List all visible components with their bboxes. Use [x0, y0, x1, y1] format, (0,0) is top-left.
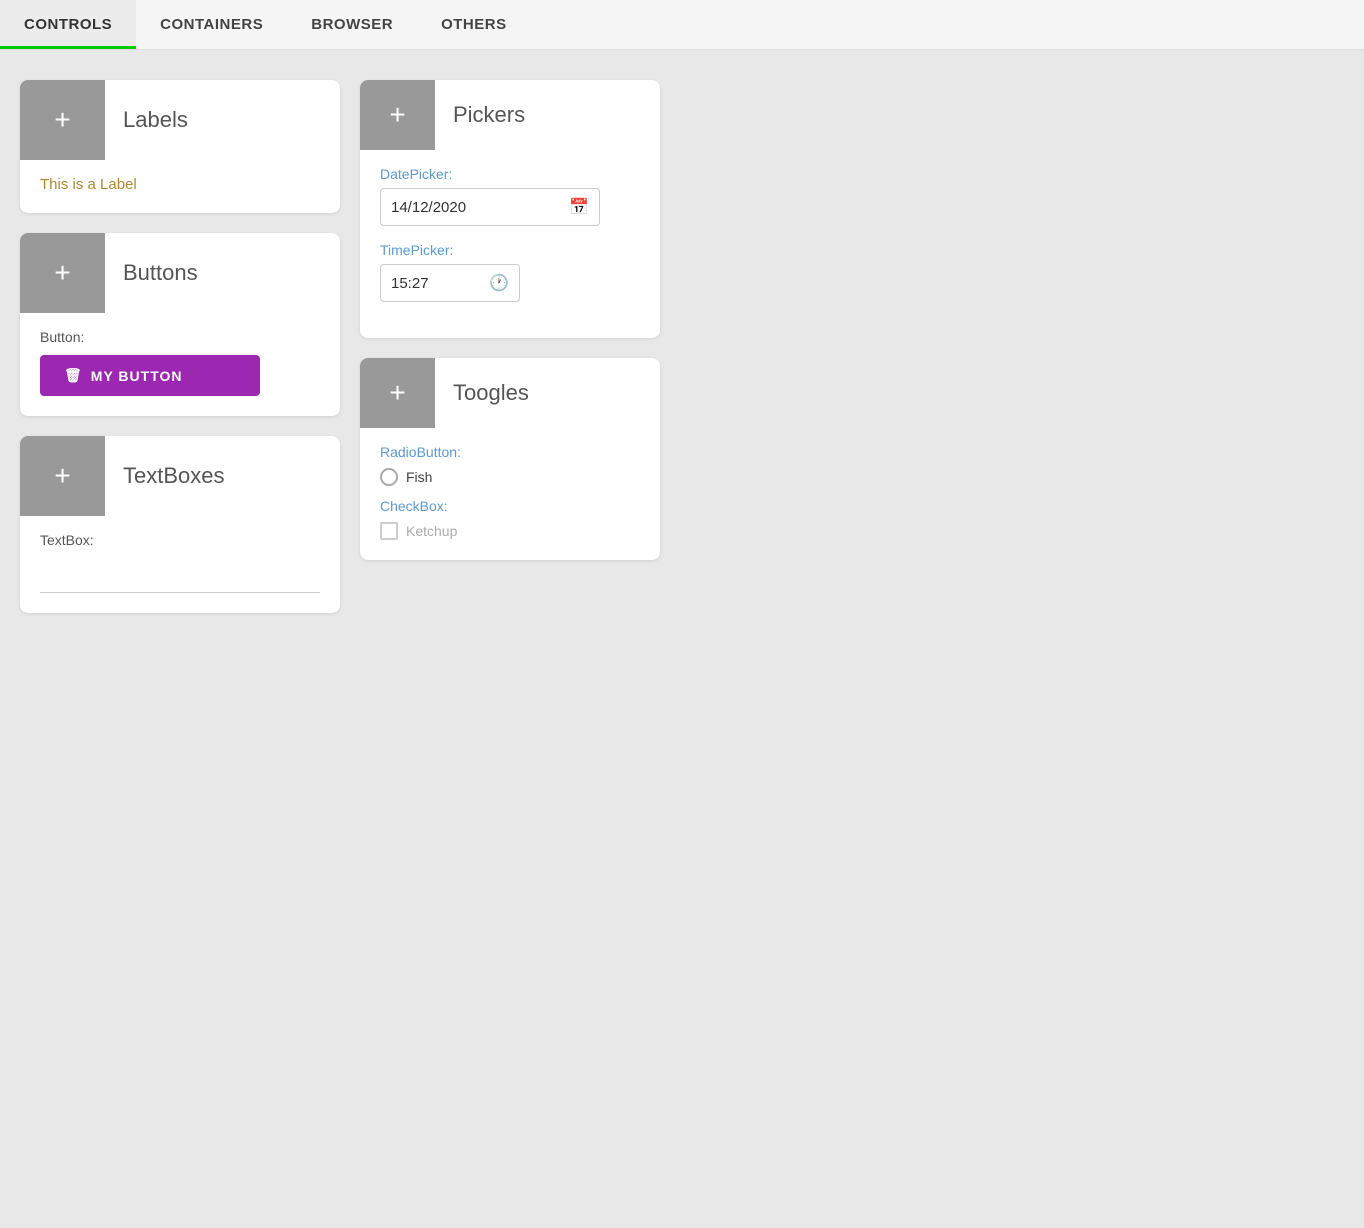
datepicker-label: DatePicker: [380, 166, 640, 182]
radio-fish-label: Fish [406, 469, 432, 485]
nav-label-containers: CONTAINERS [160, 16, 263, 33]
toggles-plus-icon: + [389, 379, 405, 407]
checkbox-ketchup-label: Ketchup [406, 523, 457, 539]
toggles-card-header: + Toogles [360, 358, 660, 428]
radiobutton-label: RadioButton: [380, 444, 640, 460]
pickers-card: + Pickers DatePicker: 14/12/2020 📅 TimeP… [360, 80, 660, 338]
toggles-card-title: Toogles [435, 380, 529, 406]
textboxes-plus-icon: + [54, 462, 70, 490]
labels-card-icon[interactable]: + [20, 80, 105, 160]
nav-label-others: OTHERS [441, 16, 507, 33]
my-button[interactable]: 🗑 MY BUTTON [40, 355, 260, 396]
buttons-card: + Buttons Button: 🗑 MY BUTTON [20, 233, 340, 416]
timepicker-value: 15:27 [391, 275, 429, 292]
timepicker-label: TimePicker: [380, 242, 640, 258]
timepicker-input[interactable]: 15:27 🕐 [380, 264, 520, 302]
pickers-card-header: + Pickers [360, 80, 660, 150]
labels-card: + Labels This is a Label [20, 80, 340, 213]
nav-label-browser: BROWSER [311, 16, 393, 33]
textboxes-card: + TextBoxes TextBox: [20, 436, 340, 613]
label-sample-text: This is a Label [40, 176, 137, 193]
button-field-label: Button: [40, 329, 320, 345]
textboxes-card-header: + TextBoxes [20, 436, 340, 516]
left-column: + Labels This is a Label + Buttons Butto… [20, 80, 340, 613]
textbox-field-label: TextBox: [40, 532, 320, 548]
nav-label-controls: CONTROLS [24, 16, 112, 33]
checkbox-ketchup-box[interactable] [380, 522, 398, 540]
nav-item-containers[interactable]: CONTAINERS [136, 0, 287, 49]
toggles-card-icon[interactable]: + [360, 358, 435, 428]
button-label-text: MY BUTTON [91, 368, 183, 384]
nav-item-others[interactable]: OTHERS [417, 0, 531, 49]
main-content: + Labels This is a Label + Buttons Butto… [0, 50, 1364, 643]
nav-item-controls[interactable]: CONTROLS [0, 0, 136, 49]
labels-card-title: Labels [105, 107, 188, 133]
right-column: + Pickers DatePicker: 14/12/2020 📅 TimeP… [360, 80, 660, 560]
textboxes-card-body: TextBox: [20, 532, 340, 593]
labels-plus-icon: + [54, 106, 70, 134]
toggles-card-body: RadioButton: Fish CheckBox: Ketchup [360, 444, 660, 540]
labels-card-body: This is a Label [20, 176, 340, 193]
pickers-card-icon[interactable]: + [360, 80, 435, 150]
datepicker-input[interactable]: 14/12/2020 📅 [380, 188, 600, 226]
labels-card-header: + Labels [20, 80, 340, 160]
pickers-card-title: Pickers [435, 102, 525, 128]
buttons-card-icon[interactable]: + [20, 233, 105, 313]
pickers-card-body: DatePicker: 14/12/2020 📅 TimePicker: 15:… [360, 166, 660, 302]
checkbox-label: CheckBox: [380, 498, 640, 514]
top-navigation: CONTROLS CONTAINERS BROWSER OTHERS [0, 0, 1364, 50]
buttons-card-title: Buttons [105, 260, 198, 286]
buttons-plus-icon: + [54, 259, 70, 287]
radio-fish-item: Fish [380, 468, 640, 486]
textbox-input[interactable] [40, 564, 320, 593]
radio-fish-circle[interactable] [380, 468, 398, 486]
checkbox-ketchup-item: Ketchup [380, 522, 640, 540]
datepicker-value: 14/12/2020 [391, 199, 466, 216]
buttons-card-header: + Buttons [20, 233, 340, 313]
textboxes-card-icon[interactable]: + [20, 436, 105, 516]
calendar-icon: 📅 [569, 197, 589, 217]
nav-item-browser[interactable]: BROWSER [287, 0, 417, 49]
textboxes-card-title: TextBoxes [105, 463, 225, 489]
toggles-card: + Toogles RadioButton: Fish CheckBox: Ke… [360, 358, 660, 560]
trash-icon: 🗑 [64, 367, 83, 384]
clock-icon: 🕐 [489, 273, 509, 293]
pickers-plus-icon: + [389, 101, 405, 129]
buttons-card-body: Button: 🗑 MY BUTTON [20, 329, 340, 396]
